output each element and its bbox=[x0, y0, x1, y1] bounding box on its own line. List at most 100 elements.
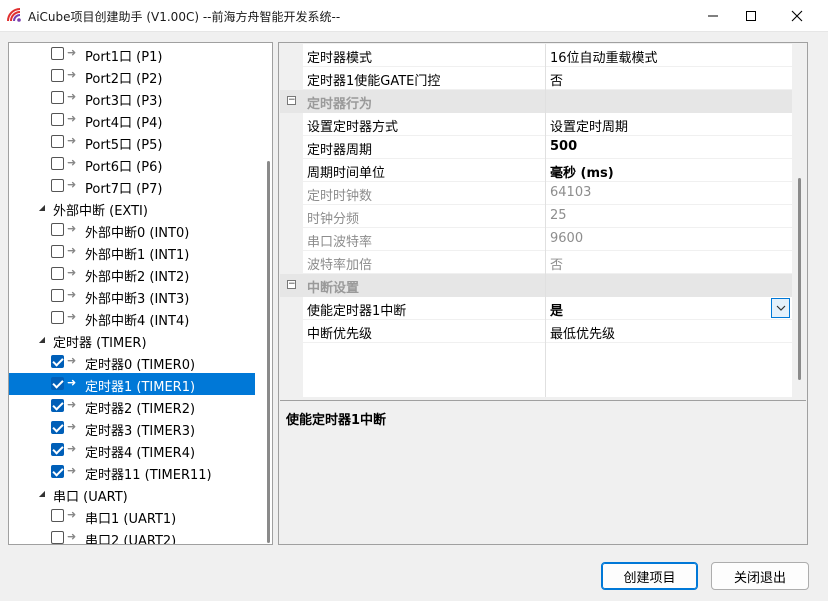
property-value[interactable]: 最低优先级 bbox=[550, 323, 615, 342]
tree-item[interactable]: ➜ 定时器0 (TIMER0) bbox=[9, 351, 255, 373]
tree-item[interactable]: ➜ 外部中断4 (INT4) bbox=[9, 307, 255, 329]
tree-group[interactable]: ◢ 定时器 (TIMER) bbox=[9, 329, 255, 351]
tree-item-checkbox[interactable] bbox=[51, 267, 64, 280]
property-dropdown-button[interactable] bbox=[771, 298, 790, 318]
property-value[interactable]: 是 bbox=[550, 300, 563, 319]
expand-collapse-icon[interactable]: ◢ bbox=[37, 203, 47, 213]
tree-item-checkbox[interactable] bbox=[51, 91, 64, 104]
property-row[interactable]: 使能定时器1中断 是 bbox=[280, 297, 792, 320]
close-button[interactable] bbox=[774, 0, 820, 32]
tree-group-label: 串口 (UART) bbox=[53, 490, 128, 505]
property-scrollbar[interactable] bbox=[793, 44, 805, 397]
tree-item-checkbox[interactable] bbox=[51, 245, 64, 258]
title-bar: AiCube项目创建助手 (V1.00C) --前海方舟智能开发系统-- bbox=[0, 0, 828, 32]
property-value[interactable]: 设置定时周期 bbox=[550, 116, 628, 135]
tree-item[interactable]: ➜ Port7口 (P7) bbox=[9, 175, 255, 197]
expand-collapse-icon[interactable]: ◢ bbox=[37, 489, 47, 499]
property-name: 波特率加倍 bbox=[307, 258, 373, 273]
tree-item[interactable]: ➜ Port3口 (P3) bbox=[9, 87, 255, 109]
collapse-icon[interactable]: − bbox=[287, 96, 296, 105]
property-row[interactable]: 设置定时器方式 设置定时周期 bbox=[280, 113, 792, 136]
tree-item-checkbox[interactable] bbox=[51, 443, 64, 456]
tree-scrollbar[interactable] bbox=[263, 43, 272, 544]
tree-item-checkbox[interactable] bbox=[51, 289, 64, 302]
tree-scrollbar-thumb[interactable] bbox=[267, 161, 270, 543]
create-project-button[interactable]: 创建项目 bbox=[601, 562, 698, 590]
grid-column-divider[interactable] bbox=[545, 44, 546, 397]
tree-item[interactable]: ➜ 串口2 (UART2) bbox=[9, 527, 255, 545]
property-name: 使能定时器1中断 bbox=[307, 304, 407, 319]
expand-collapse-icon[interactable]: ◢ bbox=[37, 335, 47, 345]
tree-item[interactable]: ➜ Port2口 (P2) bbox=[9, 65, 255, 87]
property-name: 串口波特率 bbox=[307, 235, 373, 250]
tree-item-checkbox[interactable] bbox=[51, 135, 64, 148]
tree-item-checkbox[interactable] bbox=[51, 355, 64, 368]
tree-item-checkbox[interactable] bbox=[51, 399, 64, 412]
tree-item[interactable]: ➜ 定时器1 (TIMER1) bbox=[9, 373, 255, 395]
tree-item[interactable]: ➜ 串口1 (UART1) bbox=[9, 505, 255, 527]
property-value[interactable]: 16位自动重载模式 bbox=[550, 47, 658, 66]
tree-item-label: 外部中断1 (INT1) bbox=[85, 248, 190, 263]
tree-item[interactable]: ➜ 定时器4 (TIMER4) bbox=[9, 439, 255, 461]
tree-item-label: 外部中断4 (INT4) bbox=[85, 314, 190, 329]
help-title: 使能定时器1中断 bbox=[286, 413, 387, 428]
property-row[interactable]: 中断优先级 最低优先级 bbox=[280, 320, 792, 343]
property-row[interactable]: 串口波特率 9600 bbox=[280, 228, 792, 251]
tree-item[interactable]: ➜ Port4口 (P4) bbox=[9, 109, 255, 131]
tree-item-checkbox[interactable] bbox=[51, 113, 64, 126]
tree-item-checkbox[interactable] bbox=[51, 509, 64, 522]
arrow-right-icon: ➜ bbox=[67, 156, 77, 169]
tree-item-label: 外部中断0 (INT0) bbox=[85, 226, 190, 241]
close-exit-button[interactable]: 关闭退出 bbox=[711, 562, 809, 590]
property-row[interactable]: 定时时钟数 64103 bbox=[280, 182, 792, 205]
tree-item[interactable]: ➜ 定时器2 (TIMER2) bbox=[9, 395, 255, 417]
tree-item[interactable]: ➜ 外部中断0 (INT0) bbox=[9, 219, 255, 241]
tree-item[interactable]: ➜ 定时器11 (TIMER11) bbox=[9, 461, 255, 483]
property-row[interactable]: 波特率加倍 否 bbox=[280, 251, 792, 274]
tree-item[interactable]: ➜ 外部中断1 (INT1) bbox=[9, 241, 255, 263]
maximize-button[interactable] bbox=[728, 0, 774, 32]
property-row[interactable]: 定时器模式 16位自动重载模式 bbox=[280, 44, 792, 67]
property-value[interactable]: 毫秒 (ms) bbox=[550, 162, 614, 181]
tree-group-label: 外部中断 (EXTI) bbox=[53, 204, 148, 219]
property-category-label: 定时器行为 bbox=[307, 97, 373, 112]
tree-item-checkbox[interactable] bbox=[51, 421, 64, 434]
tree-item[interactable]: ➜ Port1口 (P1) bbox=[9, 43, 255, 65]
property-row[interactable]: 定时器周期 500 bbox=[280, 136, 792, 159]
tree-item-label: Port7口 (P7) bbox=[85, 182, 163, 197]
tree-item-label: 串口2 (UART2) bbox=[85, 534, 177, 545]
property-row[interactable]: 时钟分频 25 bbox=[280, 205, 792, 228]
tree-item[interactable]: ➜ Port5口 (P5) bbox=[9, 131, 255, 153]
tree-group[interactable]: ◢ 串口 (UART) bbox=[9, 483, 255, 505]
tree-item-checkbox[interactable] bbox=[51, 47, 64, 60]
tree-item-checkbox[interactable] bbox=[51, 179, 64, 192]
tree-item-checkbox[interactable] bbox=[51, 157, 64, 170]
property-category[interactable]: − 中断设置 bbox=[280, 274, 792, 297]
maximize-icon bbox=[746, 11, 756, 21]
tree-item-checkbox[interactable] bbox=[51, 465, 64, 478]
tree-item-checkbox[interactable] bbox=[51, 377, 64, 390]
collapse-icon[interactable]: − bbox=[287, 280, 296, 289]
tree-group[interactable]: ◢ 外部中断 (EXTI) bbox=[9, 197, 255, 219]
tree-item[interactable]: ➜ 定时器3 (TIMER3) bbox=[9, 417, 255, 439]
tree-item[interactable]: ➜ 外部中断2 (INT2) bbox=[9, 263, 255, 285]
tree-item-checkbox[interactable] bbox=[51, 311, 64, 324]
peripheral-tree[interactable]: ➜ Port1口 (P1) ➜ Port2口 (P2) ➜ Port3口 (P3) ➜ Por… bbox=[8, 42, 273, 545]
property-row[interactable]: 定时器1使能GATE门控 否 bbox=[280, 67, 792, 90]
tree-item[interactable]: ➜ 外部中断3 (INT3) bbox=[9, 285, 255, 307]
tree-item-label: 外部中断2 (INT2) bbox=[85, 270, 190, 285]
tree-item[interactable]: ➜ Port6口 (P6) bbox=[9, 153, 255, 175]
tree-item-checkbox[interactable] bbox=[51, 223, 64, 236]
property-scrollbar-thumb[interactable] bbox=[798, 178, 801, 380]
property-row[interactable]: 周期时间单位 毫秒 (ms) bbox=[280, 159, 792, 182]
tree-item-checkbox[interactable] bbox=[51, 69, 64, 82]
tree-item-checkbox[interactable] bbox=[51, 531, 64, 544]
tree-item-label: 定时器1 (TIMER1) bbox=[85, 380, 196, 395]
property-category[interactable]: − 定时器行为 bbox=[280, 90, 792, 113]
window-title: AiCube项目创建助手 (V1.00C) --前海方舟智能开发系统-- bbox=[28, 10, 341, 24]
tree-group-label: 定时器 (TIMER) bbox=[53, 336, 147, 351]
property-value: 25 bbox=[550, 208, 567, 223]
property-grid[interactable]: 定时器模式 16位自动重载模式 定时器1使能GATE门控否 − 定时器行为 设置定时器方式… bbox=[280, 44, 792, 397]
property-value[interactable]: 否 bbox=[550, 70, 563, 89]
property-value[interactable]: 500 bbox=[550, 139, 577, 154]
